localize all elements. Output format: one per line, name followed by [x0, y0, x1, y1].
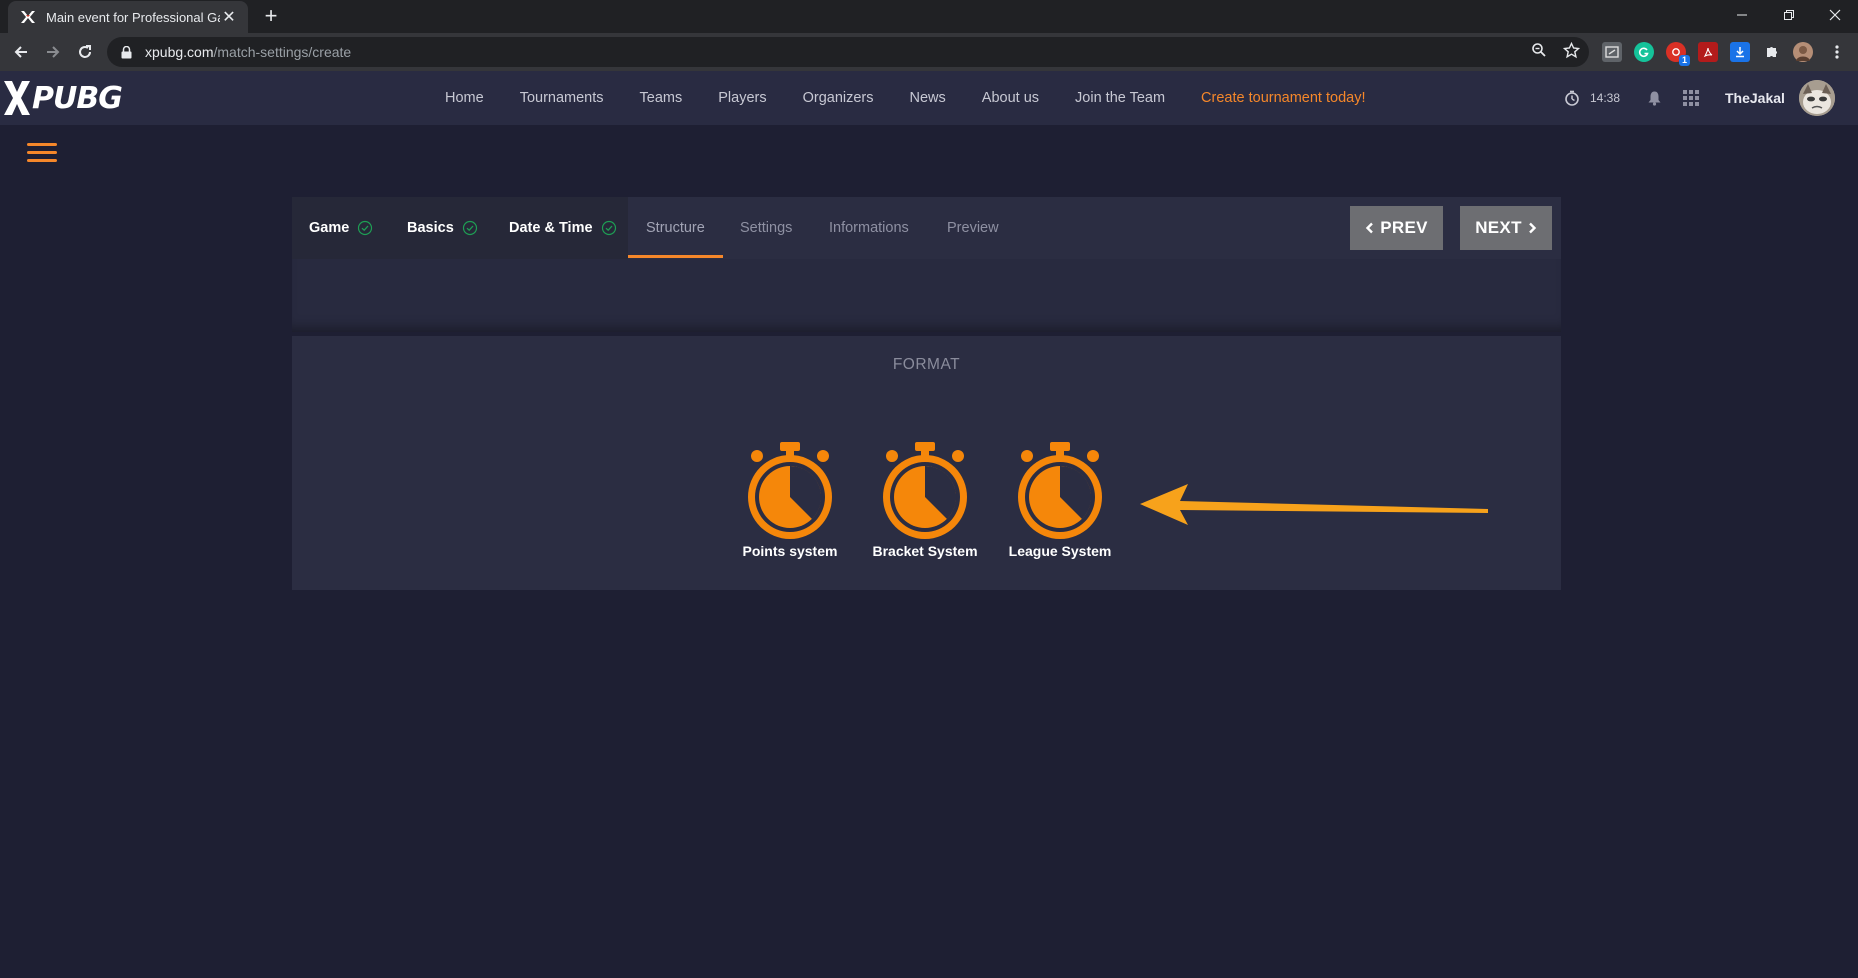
- step-label: Informations: [829, 220, 909, 236]
- step-structure[interactable]: Structure: [646, 197, 705, 259]
- header-clock: 14:38: [1564, 71, 1620, 125]
- nav-about-us[interactable]: About us: [982, 90, 1039, 106]
- pdf-extension-icon[interactable]: [1698, 42, 1718, 62]
- tab-close-icon[interactable]: ✕: [220, 7, 238, 27]
- prev-label: PREV: [1380, 218, 1428, 237]
- apps-grid-icon[interactable]: [1683, 71, 1699, 125]
- format-option-points-system[interactable]: Points system: [730, 440, 850, 559]
- nav-players[interactable]: Players: [718, 90, 766, 106]
- step-label: Structure: [646, 220, 705, 236]
- create-tournament-wizard: Game Basics Date & Time Structure Settin…: [292, 197, 1561, 590]
- prev-button[interactable]: PREV: [1350, 206, 1443, 250]
- main-navigation: Home Tournaments Teams Players Organizer…: [445, 71, 1365, 125]
- notifications-bell-icon[interactable]: [1647, 71, 1662, 125]
- new-tab-button[interactable]: +: [258, 4, 284, 30]
- extensions-puzzle-icon[interactable]: [1762, 42, 1782, 62]
- stopwatch-icon: [883, 442, 967, 539]
- browser-toolbar: xpubg.com/match-settings/create 1: [0, 33, 1858, 71]
- forward-arrow-icon[interactable]: [40, 39, 66, 65]
- site-header: PUBG Home Tournaments Teams Players Orga…: [0, 71, 1858, 125]
- step-label: Settings: [740, 220, 793, 236]
- next-label: NEXT: [1475, 218, 1522, 237]
- step-date-time[interactable]: Date & Time: [509, 197, 617, 259]
- nav-join-the-team[interactable]: Join the Team: [1075, 90, 1165, 106]
- lastpass-extension-icon[interactable]: 1: [1666, 42, 1690, 66]
- nav-create-tournament[interactable]: Create tournament today!: [1201, 90, 1365, 106]
- step-preview[interactable]: Preview: [947, 197, 999, 259]
- user-avatar[interactable]: [1798, 80, 1835, 116]
- user-menu[interactable]: TheJakal: [1725, 71, 1835, 125]
- step-label: Basics: [407, 220, 454, 236]
- hamburger-line: [27, 143, 57, 146]
- username: TheJakal: [1725, 90, 1785, 106]
- zoom-icon[interactable]: [1529, 40, 1549, 60]
- step-basics[interactable]: Basics: [407, 197, 478, 259]
- url-host: xpubg.com: [145, 44, 214, 60]
- check-circle-icon: [601, 220, 616, 236]
- step-label: Date & Time: [509, 220, 593, 236]
- restore-window-icon[interactable]: [1767, 0, 1811, 30]
- step-label: Preview: [947, 220, 999, 236]
- stopwatch-icon: [1018, 442, 1102, 539]
- step-settings[interactable]: Settings: [740, 197, 792, 259]
- nav-tournaments[interactable]: Tournaments: [520, 90, 604, 106]
- nav-teams[interactable]: Teams: [640, 90, 683, 106]
- tab-title: Main event for Professional Gam: [46, 9, 220, 25]
- format-title: FORMAT: [892, 356, 961, 373]
- option-label: League System: [1008, 543, 1112, 559]
- grammarly-extension-icon[interactable]: [1634, 42, 1654, 62]
- option-label: Bracket System: [872, 543, 978, 559]
- screenshot-extension-icon[interactable]: [1602, 42, 1622, 62]
- xpubg-logo[interactable]: PUBG: [4, 79, 123, 117]
- step-label: Game: [309, 220, 350, 236]
- close-window-icon[interactable]: [1813, 0, 1857, 30]
- nav-organizers[interactable]: Organizers: [803, 90, 874, 106]
- browser-menu-icon[interactable]: [1827, 42, 1847, 62]
- clock-icon: [1564, 90, 1580, 106]
- check-circle-icon: [358, 220, 373, 236]
- option-label: Points system: [742, 543, 838, 559]
- next-button[interactable]: NEXT: [1460, 206, 1552, 250]
- format-option-bracket-system[interactable]: Bracket System: [865, 440, 985, 559]
- minimize-window-icon[interactable]: [1720, 0, 1764, 30]
- hamburger-line: [27, 151, 57, 154]
- logo-text: PUBG: [32, 80, 123, 116]
- x-logo-icon: [4, 81, 30, 115]
- browser-tab[interactable]: Main event for Professional Gam ✕: [8, 1, 248, 33]
- pubg-favicon-icon: [20, 9, 36, 25]
- back-arrow-icon[interactable]: [8, 39, 34, 65]
- nav-home[interactable]: Home: [445, 90, 484, 106]
- chevron-left-icon: [1366, 222, 1374, 234]
- check-circle-icon: [462, 220, 477, 236]
- address-bar[interactable]: xpubg.com/match-settings/create: [107, 37, 1589, 67]
- chevron-right-icon: [1528, 222, 1536, 234]
- format-section: FORMAT Points system Bracket System Leag…: [292, 336, 1561, 590]
- step-informations[interactable]: Informations: [829, 197, 909, 259]
- clock-time: 14:38: [1590, 91, 1621, 105]
- hamburger-menu-icon[interactable]: [27, 143, 57, 165]
- browser-tabstrip: Main event for Professional Gam ✕ +: [0, 0, 1858, 33]
- lock-icon: [121, 45, 135, 59]
- wizard-info-strip: [292, 259, 1561, 332]
- extension-badge: 1: [1678, 55, 1690, 66]
- url-path: /match-settings/create: [213, 44, 352, 60]
- stopwatch-icon: [748, 442, 832, 539]
- reload-icon[interactable]: [72, 39, 98, 65]
- hamburger-line: [27, 159, 57, 162]
- step-game[interactable]: Game: [309, 197, 373, 259]
- format-option-league-system[interactable]: League System: [1000, 440, 1120, 559]
- nav-news[interactable]: News: [910, 90, 946, 106]
- download-extension-icon[interactable]: [1730, 42, 1750, 62]
- annotation-arrow-icon: [1140, 484, 1488, 525]
- profile-avatar-icon[interactable]: [1793, 42, 1813, 62]
- active-step-underline: [628, 255, 723, 258]
- bookmark-star-icon[interactable]: [1561, 40, 1581, 60]
